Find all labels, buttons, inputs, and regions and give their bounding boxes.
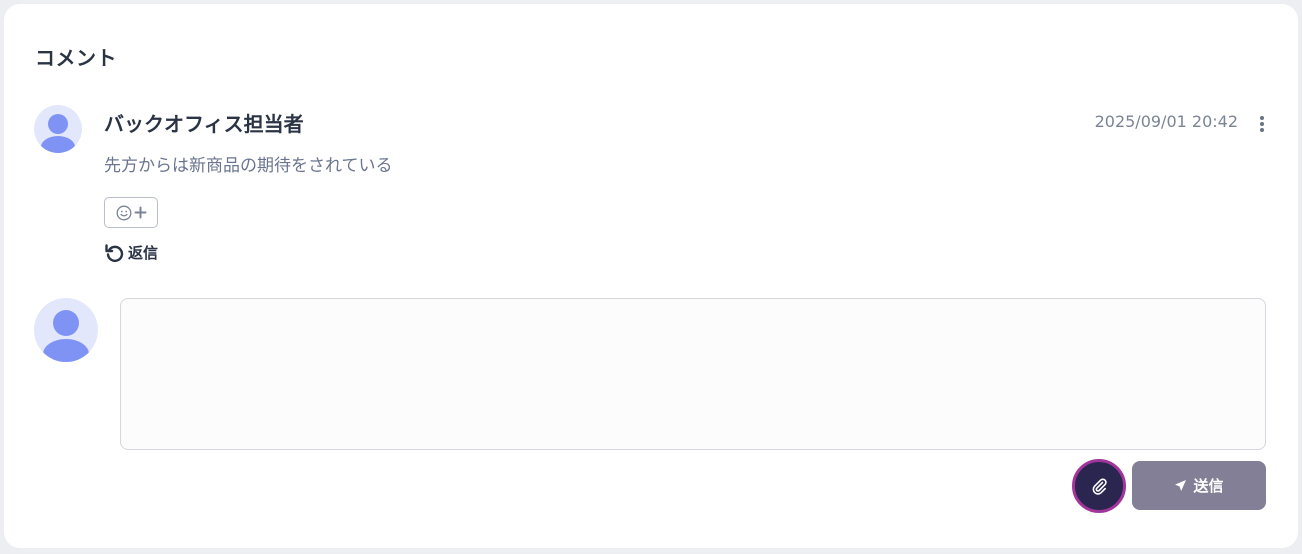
kebab-menu-icon[interactable] [1256,114,1268,136]
send-label: 送信 [1193,477,1224,495]
attach-file-button[interactable] [1072,459,1126,513]
avatar-head [53,310,79,336]
avatar-body [41,136,75,153]
comment-card: コメント バックオフィス担当者 2025/09/01 20:42 先方からは新商… [4,4,1298,548]
smiley-icon [116,205,131,220]
reply-button[interactable]: 返信 [104,242,158,263]
undo-arrow-icon [105,243,124,262]
paperclip-icon [1092,478,1107,495]
comment-author-avatar [34,105,82,153]
avatar-body [43,339,89,362]
comment-text: 先方からは新商品の期待をされている [104,156,393,176]
comment-author-name: バックオフィス担当者 [104,112,304,136]
section-title: コメント [35,46,117,70]
send-button[interactable]: 送信 [1132,461,1266,510]
add-reaction-button[interactable] [104,197,158,228]
comment-timestamp: 2025/09/01 20:42 [1094,112,1238,131]
plus-icon [134,206,146,219]
paper-plane-icon [1175,480,1187,491]
current-user-avatar [34,298,98,362]
reply-label: 返信 [128,244,159,262]
comment-input[interactable] [120,298,1266,450]
avatar-head [48,114,68,134]
